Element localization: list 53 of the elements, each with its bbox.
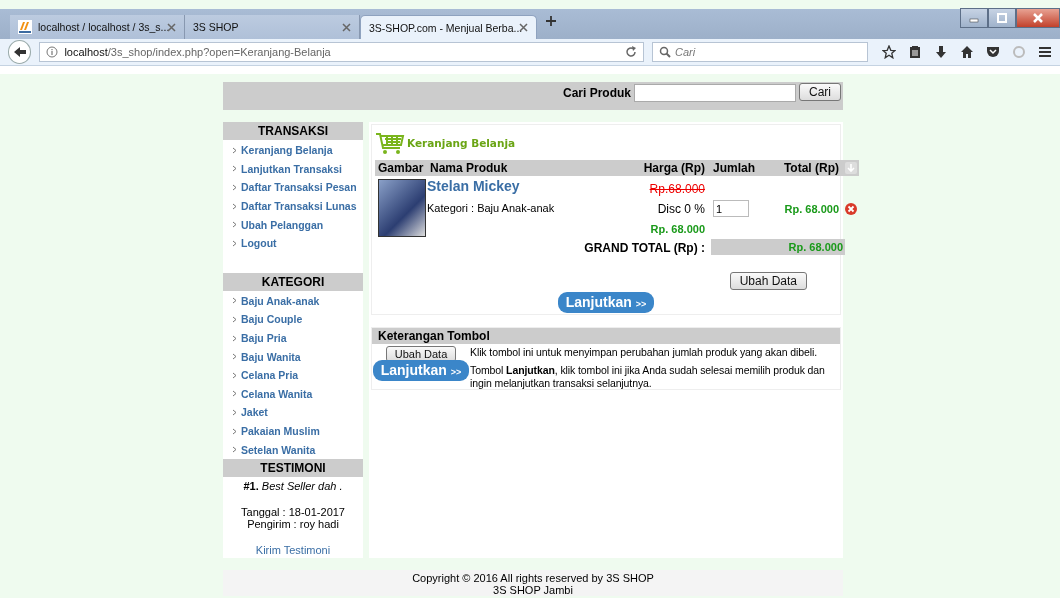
update-button[interactable]: Ubah Data bbox=[729, 272, 807, 290]
discounted-price: Rp. 68.000 bbox=[649, 223, 705, 235]
column-header: Nama Produk bbox=[429, 160, 509, 176]
search-button[interactable]: Cari bbox=[799, 83, 841, 101]
continue-button[interactable]: Lanjutkan >> bbox=[557, 292, 655, 313]
help-text: Klik tombol ini untuk menyimpan perubahan jumlah produk yang akan dibeli. bbox=[470, 346, 818, 359]
footer-text: Copyright © 2016 All rights reserved by 3S SHOP bbox=[411, 572, 655, 584]
discount: Disc 0 % bbox=[656, 202, 705, 217]
sidebar-link[interactable]: Daftar Transaksi Pesan bbox=[241, 181, 357, 194]
browser-tab[interactable]: localhost / localhost / 3s_s... bbox=[10, 15, 185, 39]
url-text: localhost/3s_shop/index.php?open=Keranjang-Belanja bbox=[64, 46, 331, 58]
sidebar-link[interactable]: Keranjang Belanja bbox=[241, 144, 333, 157]
column-header: Harga (Rp) bbox=[642, 160, 705, 176]
footer-text: 3S SHOP Jambi bbox=[492, 584, 574, 596]
column-header: Gambar bbox=[377, 160, 425, 176]
column-header: Jumlah bbox=[712, 160, 756, 176]
sidebar-heading: TESTIMONI bbox=[223, 458, 363, 477]
sidebar-link[interactable]: Baju Anak-anak bbox=[241, 294, 320, 307]
sidebar-link[interactable]: Baju Couple bbox=[241, 313, 303, 326]
sidebar-link[interactable]: Ubah Pelanggan bbox=[241, 218, 324, 231]
browser-tab[interactable]: 3S SHOP bbox=[185, 15, 360, 39]
grand-total-value: Rp. 68.000 bbox=[711, 239, 845, 255]
sidebar-link[interactable]: Setelan Wanita bbox=[241, 443, 316, 456]
browser-tab[interactable]: 3S-SHOP.com - Menjual Berba... bbox=[360, 15, 537, 39]
quantity-field[interactable]: 1 bbox=[713, 200, 749, 217]
browser-search-field[interactable]: Cari bbox=[651, 42, 868, 62]
sidebar-link[interactable]: Baju Wanita bbox=[241, 350, 301, 363]
grand-total-label: GRAND TOTAL (Rp) : bbox=[583, 241, 705, 255]
sidebar-link[interactable]: Pakaian Muslim bbox=[241, 425, 320, 437]
testimonial-date: Tanggal : 18-01-2017 bbox=[241, 505, 345, 518]
help-text: Tombol Lanjutkan, klik tombol ini jika Anda sudah selesai memilih produk dan ingin melanjutkan transaksi selanjutnya. bbox=[470, 364, 826, 389]
sidebar-heading: KATEGORI bbox=[223, 272, 363, 291]
send-testimonial-link[interactable]: Kirim Testimoni bbox=[255, 543, 331, 556]
sidebar-link[interactable]: Celana Wanita bbox=[241, 387, 313, 400]
search-label: Cari Produk bbox=[562, 86, 631, 100]
sidebar-link[interactable]: Lanjutkan Transaksi bbox=[241, 162, 342, 175]
item-total: Rp. 68.000 bbox=[783, 203, 839, 217]
testimonial-sender: Pengirim : roy hadi bbox=[247, 517, 339, 530]
product-category: Kategori : Baju Anak-anak bbox=[427, 202, 556, 216]
section-heading: Keterangan Tombol bbox=[372, 328, 840, 344]
sidebar-link[interactable]: Jaket bbox=[241, 406, 268, 419]
column-header: Total (Rp) bbox=[782, 160, 839, 176]
sidebar-link[interactable]: Celana Pria bbox=[241, 369, 299, 382]
product-name-link[interactable]: Stelan Mickey bbox=[427, 178, 623, 196]
sidebar-link[interactable]: Baju Pria bbox=[241, 332, 287, 345]
address-bar[interactable]: localhost/3s_shop/index.php?open=Keranjang-Belanja bbox=[39, 42, 644, 62]
sidebar-link[interactable]: Logout bbox=[241, 237, 277, 250]
testimonial-text: #1. Best Seller dah . bbox=[243, 479, 343, 492]
sidebar-link[interactable]: Daftar Transaksi Lunas bbox=[241, 200, 357, 213]
cart-title: Keranjang Belanja bbox=[407, 137, 516, 149]
continue-button[interactable]: Lanjutkan >> bbox=[372, 360, 470, 381]
original-price: Rp.68.000 bbox=[648, 182, 705, 196]
sidebar-heading: TRANSAKSI bbox=[223, 122, 363, 140]
